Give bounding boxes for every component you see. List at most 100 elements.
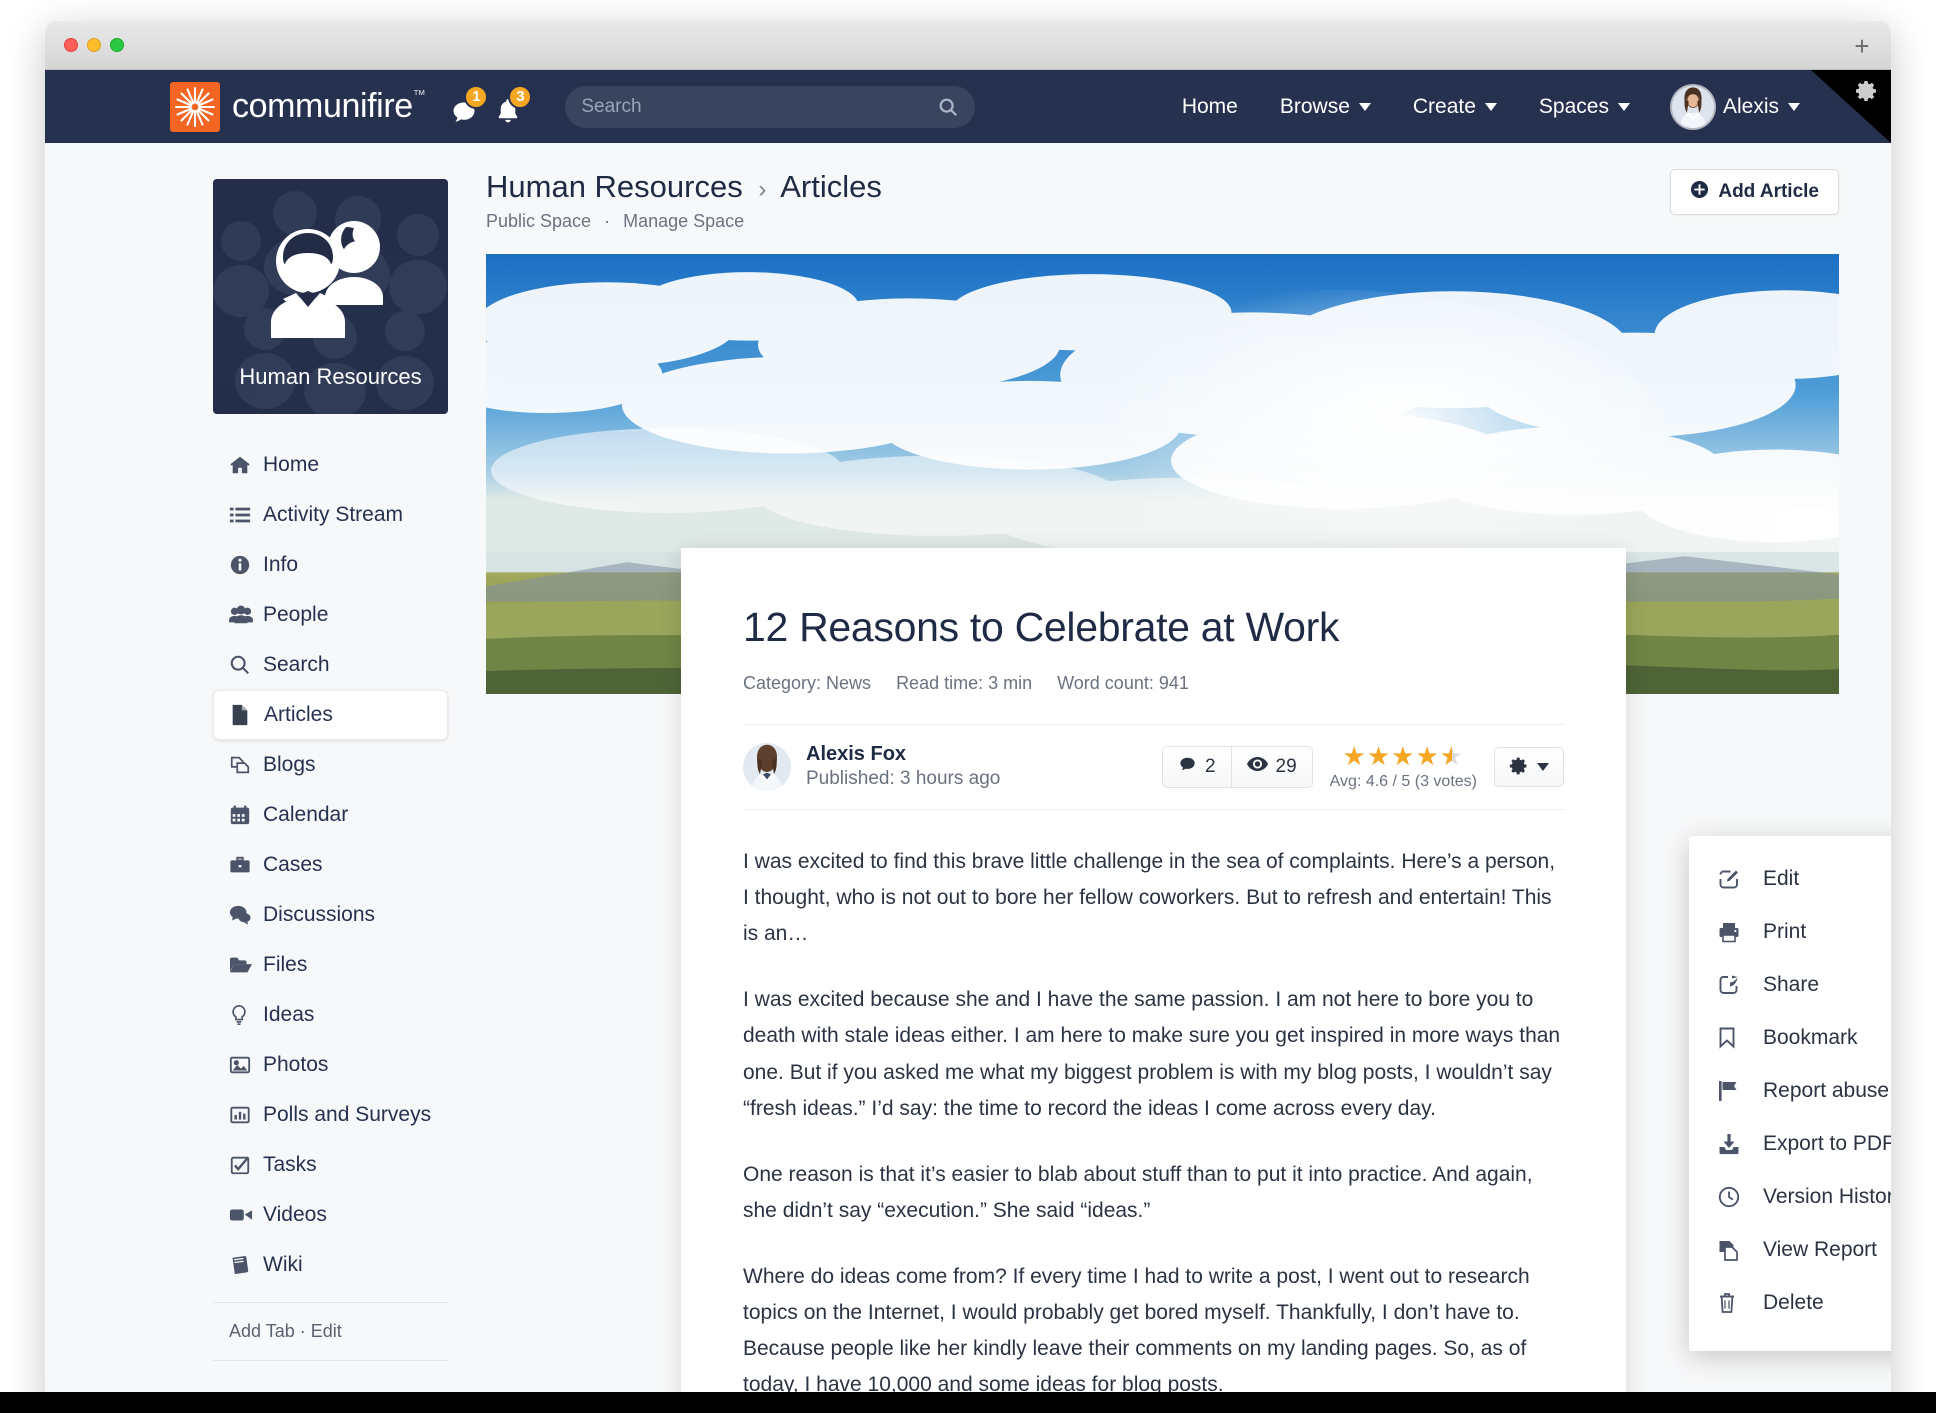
sidebar-item-cases[interactable]: Cases	[213, 840, 448, 890]
share-arrow-icon	[1717, 973, 1763, 997]
user-menu[interactable]: Alexis	[1651, 86, 1821, 128]
breadcrumb-space[interactable]: Human Resources	[486, 169, 743, 204]
clock-icon	[1717, 1185, 1763, 1209]
edit-tabs-link[interactable]: Edit	[311, 1321, 342, 1341]
gear-icon[interactable]	[1855, 79, 1879, 108]
sidebar-item-photos[interactable]: Photos	[213, 1040, 448, 1090]
article-word-count: Word count: 941	[1057, 673, 1189, 694]
dropdown-item-report-abuse[interactable]: Report abuse	[1689, 1064, 1891, 1117]
briefcase-icon	[229, 854, 263, 876]
sidebar-item-files[interactable]: Files	[213, 940, 448, 990]
sidebar-item-discussions[interactable]: Discussions	[213, 890, 448, 940]
close-window-button[interactable]	[64, 38, 78, 52]
main-menu: Home Browse Create Spaces	[1161, 86, 1891, 128]
menu-item-create[interactable]: Create	[1392, 95, 1518, 119]
user-name: Alexis	[1723, 95, 1779, 119]
chevron-down-icon	[1485, 103, 1497, 111]
global-search[interactable]	[565, 86, 975, 128]
menu-item-browse[interactable]: Browse	[1259, 95, 1392, 119]
sidebar-item-people[interactable]: People	[213, 590, 448, 640]
sidebar-item-calendar[interactable]: Calendar	[213, 790, 448, 840]
document-icon	[230, 704, 264, 726]
sidebar-item-search[interactable]: Search	[213, 640, 448, 690]
add-article-button[interactable]: Add Article	[1670, 169, 1839, 215]
dropdown-item-label: Print	[1763, 920, 1806, 944]
chevron-down-icon	[1359, 103, 1371, 111]
space-avatar-card[interactable]: Human Resources	[213, 179, 448, 414]
dropdown-item-print[interactable]: Print	[1689, 905, 1891, 958]
article-actions-button[interactable]	[1494, 747, 1564, 787]
search-icon[interactable]	[937, 96, 959, 118]
sidebar-item-label: Ideas	[263, 1003, 314, 1027]
sidebar-item-wiki[interactable]: Wiki	[213, 1240, 448, 1290]
dropdown-item-share[interactable]: Share	[1689, 958, 1891, 1011]
minimize-window-button[interactable]	[87, 38, 101, 52]
flag-icon	[1717, 1079, 1763, 1103]
views-count-pill[interactable]: 29	[1231, 747, 1312, 787]
sidebar-item-polls-and-surveys[interactable]: Polls and Surveys	[213, 1090, 448, 1140]
sidebar-item-label: Videos	[263, 1203, 327, 1227]
page-body: Human Resources Home Activity Stream Inf…	[45, 143, 1891, 1413]
dropdown-item-edit[interactable]: Edit	[1689, 852, 1891, 905]
dropdown-item-bookmark[interactable]: Bookmark	[1689, 1011, 1891, 1064]
sidebar-item-info[interactable]: Info	[213, 540, 448, 590]
article-rating[interactable]: ★★★★★★ Avg: 4.6 / 5 (3 votes)	[1330, 743, 1477, 791]
search-icon	[229, 654, 263, 676]
chevron-down-icon	[1788, 103, 1800, 111]
gear-icon	[1509, 756, 1529, 779]
screenshot-bottom-bar	[0, 1392, 1936, 1413]
window-controls[interactable]	[64, 38, 124, 52]
star-icon[interactable]: ★	[1391, 741, 1415, 771]
screenshot-root: +	[0, 0, 1936, 1413]
nav-icon-group: 1 3	[449, 87, 523, 127]
notifications-button[interactable]: 3	[493, 87, 523, 127]
dropdown-item-export-to-pdf[interactable]: Export to PDF	[1689, 1117, 1891, 1170]
brand-logo[interactable]: communifire™	[170, 82, 425, 132]
admin-settings-corner[interactable]	[1811, 70, 1891, 143]
messages-badge: 1	[464, 85, 488, 109]
download-inbox-icon	[1717, 1132, 1763, 1156]
dropdown-item-label: Export to PDF	[1763, 1132, 1891, 1156]
article-paragraph: Where do ideas come from? If every time …	[743, 1259, 1564, 1403]
sidebar-item-tasks[interactable]: Tasks	[213, 1140, 448, 1190]
star-rating-icons[interactable]: ★★★★★★	[1330, 743, 1477, 769]
menu-item-spaces[interactable]: Spaces	[1518, 95, 1651, 119]
bar-chart-icon	[229, 1104, 263, 1126]
article-paragraph: I was excited to find this brave little …	[743, 844, 1564, 952]
search-input[interactable]	[581, 96, 937, 118]
sidebar-item-blogs[interactable]: Blogs	[213, 740, 448, 790]
new-tab-button[interactable]: +	[1841, 29, 1883, 63]
maximize-window-button[interactable]	[110, 38, 124, 52]
sidebar-item-home[interactable]: Home	[213, 440, 448, 490]
sidebar-item-activity-stream[interactable]: Activity Stream	[213, 490, 448, 540]
users-icon	[229, 604, 263, 626]
image-icon	[229, 1054, 263, 1076]
star-icon[interactable]: ★	[1343, 741, 1367, 771]
dropdown-item-label: Delete	[1763, 1291, 1824, 1315]
star-half-icon[interactable]: ★★	[1440, 743, 1464, 769]
comments-count-pill[interactable]: 2	[1163, 747, 1231, 787]
dropdown-item-delete[interactable]: Delete	[1689, 1276, 1891, 1329]
sidebar-item-ideas[interactable]: Ideas	[213, 990, 448, 1040]
star-icon[interactable]: ★	[1415, 741, 1439, 771]
copy-pages-icon	[229, 754, 263, 776]
article-stats-group: 2 29 ★★★★★★ Avg: 4.6 / 5 (3 votes)	[1162, 743, 1564, 791]
sidebar-item-videos[interactable]: Videos	[213, 1190, 448, 1240]
dropdown-item-version-history[interactable]: Version History	[1689, 1170, 1891, 1223]
add-tab-link[interactable]: Add Tab	[229, 1321, 295, 1341]
lightbulb-icon	[229, 1004, 263, 1026]
corner-triangle	[1811, 70, 1891, 143]
messages-button[interactable]: 1	[449, 87, 479, 127]
author-block[interactable]: Alexis Fox Published: 3 hours ago	[743, 742, 1000, 792]
copy-icon	[1717, 1238, 1763, 1262]
folder-open-icon	[229, 954, 263, 976]
sidebar-item-articles[interactable]: Articles	[213, 690, 448, 740]
list-icon	[229, 504, 263, 526]
views-count: 29	[1276, 756, 1297, 778]
manage-space-link[interactable]: Manage Space	[623, 211, 744, 231]
author-name[interactable]: Alexis Fox	[806, 742, 1000, 767]
menu-item-home[interactable]: Home	[1161, 95, 1259, 119]
star-icon[interactable]: ★	[1367, 741, 1391, 771]
sidebar-item-label: Tasks	[263, 1153, 317, 1177]
dropdown-item-view-report[interactable]: View Report	[1689, 1223, 1891, 1276]
